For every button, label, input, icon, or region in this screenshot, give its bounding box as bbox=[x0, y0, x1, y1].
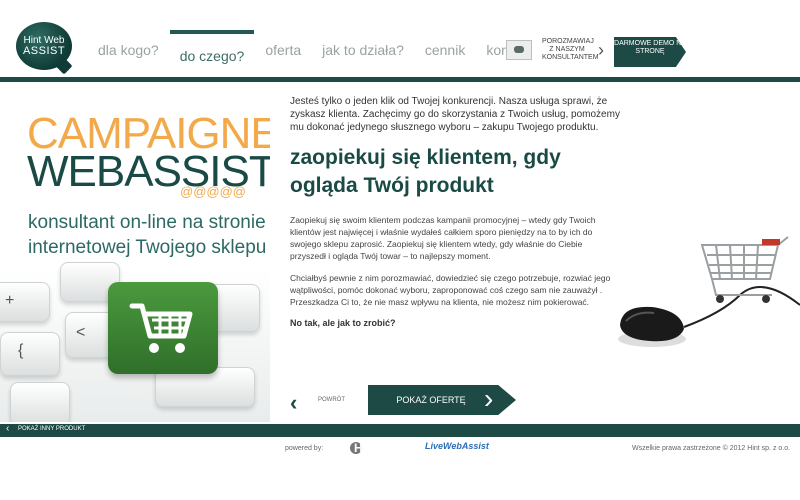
chat-icon bbox=[506, 40, 532, 60]
keyboard-glyph: + bbox=[5, 292, 15, 309]
keyboard-glyph: { bbox=[18, 342, 24, 359]
body-paragraph-1: Zaopiekuj się swoim klientem podczas kam… bbox=[290, 215, 596, 261]
question-text: No tak, ale jak to zrobić? bbox=[290, 318, 396, 328]
keyboard-key bbox=[0, 332, 60, 376]
nav-item-oferta[interactable]: oferta bbox=[265, 42, 301, 64]
intro-text: Jesteś tylko o jeden klik od Twojej konk… bbox=[290, 96, 620, 133]
chat-consultant-button[interactable]: POROZMAWIAJ Z NASZYM KONSULTANTEM › bbox=[506, 38, 604, 62]
show-offer-button[interactable]: POKAŻ OFERTĘ bbox=[368, 385, 516, 415]
copyright-text: Wszelkie prawa zastrzeżone © 2012 Hint s… bbox=[632, 445, 791, 452]
chevron-right-icon: › bbox=[484, 383, 494, 414]
shopping-cart-icon bbox=[129, 303, 193, 353]
main-nav: dla kogo? do czego? oferta jak to działa… bbox=[98, 30, 552, 64]
nav-item-do-czego[interactable]: do czego? bbox=[169, 30, 254, 64]
promo-at-signs: @@@@@ bbox=[180, 184, 246, 199]
show-other-product-link[interactable]: POKAŻ INNY PRODUKT bbox=[18, 426, 85, 432]
promo-subtitle: konsultant on-line na stronie internetow… bbox=[28, 212, 267, 258]
chevron-right-icon: › bbox=[598, 39, 604, 60]
nav-item-dla-kogo[interactable]: dla kogo? bbox=[98, 42, 159, 64]
hint-logo[interactable]: HINT bbox=[350, 441, 394, 455]
back-link[interactable]: POWRÓT bbox=[318, 397, 345, 403]
cart-and-mouse-image bbox=[618, 236, 800, 347]
header: Hint Web ASSIST dla kogo? do czego? ofer… bbox=[0, 0, 800, 82]
keyboard-key bbox=[10, 382, 70, 422]
back-arrow-icon[interactable]: ‹ bbox=[290, 390, 297, 416]
promo-panel: CAMPAIGNE WEBASSIST @@@@@ konsultant on-… bbox=[0, 82, 270, 422]
page-headline: zaopiekuj się klientem, gdy ogląda Twój … bbox=[290, 146, 561, 197]
nav-item-jak-to-dziala[interactable]: jak to działa? bbox=[322, 42, 404, 64]
keyboard-image: + < { bbox=[0, 262, 270, 422]
keyboard-glyph: < bbox=[76, 324, 86, 341]
bottom-bar bbox=[0, 424, 800, 437]
powered-by-label: powered by: bbox=[285, 445, 324, 452]
free-demo-button[interactable]: DARMOWE DEMO NA STRONĘ bbox=[614, 37, 686, 67]
livewebassist-logo[interactable]: LiveWebAssist bbox=[425, 441, 489, 451]
body-paragraph-2: Chciałbyś pewnie z nim porozmawiać, dowi… bbox=[290, 273, 611, 307]
logo-line2: ASSIST bbox=[22, 45, 66, 57]
main-content: Jesteś tylko o jeden klik od Twojej konk… bbox=[290, 95, 620, 328]
chat-label: POROZMAWIAJ Z NASZYM KONSULTANTEM bbox=[542, 38, 599, 61]
chevron-left-icon: ‹ bbox=[6, 423, 10, 434]
hint-logo-text: HINT bbox=[354, 441, 390, 455]
nav-item-cennik[interactable]: cennik bbox=[425, 42, 465, 64]
